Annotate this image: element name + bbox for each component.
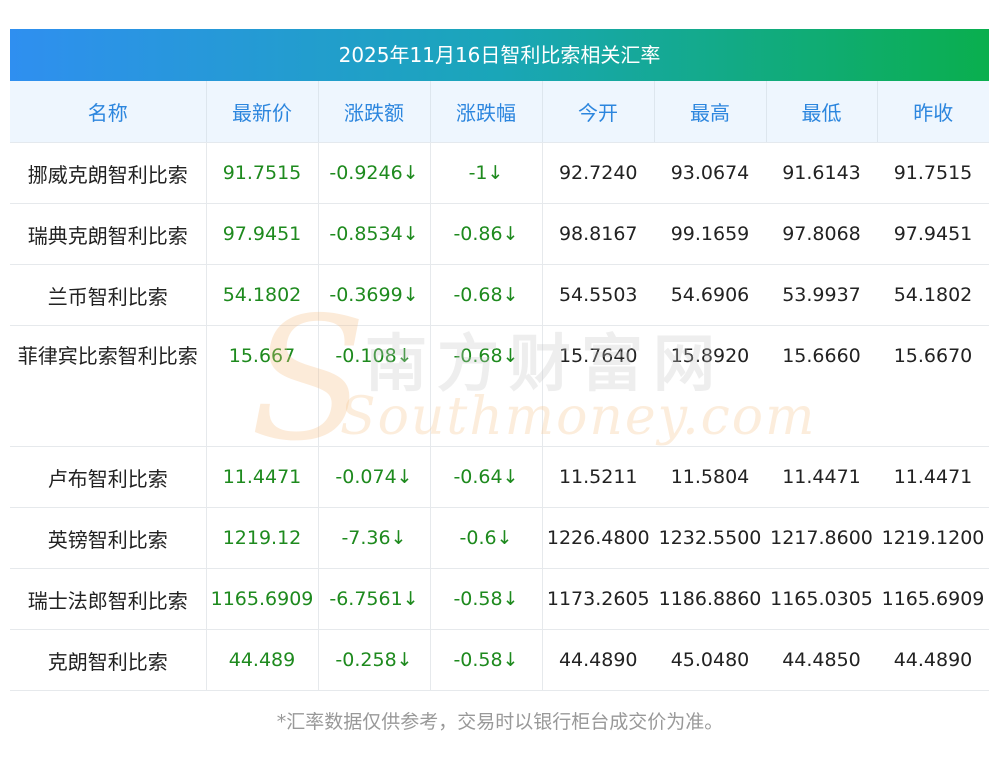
cell-latest: 15.667	[206, 325, 319, 447]
cell-low: 91.6143	[766, 142, 877, 204]
cell-prev-close: 97.9451	[877, 203, 989, 265]
cell-high: 99.1659	[654, 203, 766, 265]
cell-change: -0.258↓	[318, 629, 431, 691]
cell-name: 克朗智利比索	[10, 629, 207, 691]
cell-change: -0.074↓	[318, 446, 431, 508]
cell-open: 44.4890	[542, 629, 654, 691]
cell-high: 15.8920	[654, 325, 766, 447]
cell-high: 54.6906	[654, 264, 766, 326]
cell-change: -0.3699↓	[318, 264, 431, 326]
cell-low: 1217.8600	[766, 507, 877, 569]
table-row: 瑞典克朗智利比索 97.9451 -0.8534↓ -0.86↓ 98.8167…	[10, 203, 989, 265]
cell-high: 1186.8860	[654, 568, 766, 630]
cell-open: 54.5503	[542, 264, 654, 326]
cell-low: 11.4471	[766, 446, 877, 508]
cell-change-pct: -0.86↓	[430, 203, 543, 265]
cell-latest: 11.4471	[206, 446, 319, 508]
cell-change: -0.9246↓	[318, 142, 431, 204]
table-row: 克朗智利比索 44.489 -0.258↓ -0.58↓ 44.4890 45.…	[10, 629, 989, 691]
cell-change-pct: -1↓	[430, 142, 543, 204]
cell-prev-close: 1219.1200	[877, 507, 989, 569]
column-header-latest: 最新价	[206, 81, 319, 143]
cell-name: 卢布智利比索	[10, 446, 207, 508]
column-header-low: 最低	[766, 81, 878, 143]
cell-low: 97.8068	[766, 203, 877, 265]
cell-low: 44.4850	[766, 629, 877, 691]
cell-change-pct: -0.58↓	[430, 568, 543, 630]
column-header-change-pct: 涨跌幅	[430, 81, 543, 143]
cell-open: 1226.4800	[542, 507, 654, 569]
cell-low: 15.6660	[766, 325, 877, 447]
cell-change-pct: -0.6↓	[430, 507, 543, 569]
cell-name: 英镑智利比索	[10, 507, 207, 569]
column-header-name: 名称	[10, 81, 207, 143]
cell-high: 11.5804	[654, 446, 766, 508]
cell-open: 11.5211	[542, 446, 654, 508]
cell-change: -0.8534↓	[318, 203, 431, 265]
cell-latest: 1165.6909	[206, 568, 319, 630]
cell-prev-close: 54.1802	[877, 264, 989, 326]
cell-high: 93.0674	[654, 142, 766, 204]
cell-name: 挪威克朗智利比索	[10, 142, 207, 204]
cell-change-pct: -0.64↓	[430, 446, 543, 508]
cell-open: 15.7640	[542, 325, 654, 447]
cell-latest: 91.7515	[206, 142, 319, 204]
cell-low: 53.9937	[766, 264, 877, 326]
cell-prev-close: 15.6670	[877, 325, 989, 447]
cell-name: 兰币智利比索	[10, 264, 207, 326]
cell-prev-close: 11.4471	[877, 446, 989, 508]
table-row: 挪威克朗智利比索 91.7515 -0.9246↓ -1↓ 92.7240 93…	[10, 142, 989, 204]
column-header-prev-close: 昨收	[877, 81, 989, 143]
cell-high: 45.0480	[654, 629, 766, 691]
table-row: 兰币智利比索 54.1802 -0.3699↓ -0.68↓ 54.5503 5…	[10, 264, 989, 326]
cell-change: -7.36↓	[318, 507, 431, 569]
column-header-change: 涨跌额	[318, 81, 431, 143]
table-row: 瑞士法郎智利比索 1165.6909 -6.7561↓ -0.58↓ 1173.…	[10, 568, 989, 630]
cell-change-pct: -0.68↓	[430, 264, 543, 326]
cell-open: 92.7240	[542, 142, 654, 204]
cell-prev-close: 1165.6909	[877, 568, 989, 630]
table-title: 2025年11月16日智利比索相关汇率	[10, 29, 989, 81]
cell-latest: 44.489	[206, 629, 319, 691]
cell-latest: 97.9451	[206, 203, 319, 265]
cell-open: 1173.2605	[542, 568, 654, 630]
cell-latest: 1219.12	[206, 507, 319, 569]
cell-name: 菲律宾比索智利比索	[10, 325, 207, 447]
cell-change: -6.7561↓	[318, 568, 431, 630]
cell-open: 98.8167	[542, 203, 654, 265]
cell-high: 1232.5500	[654, 507, 766, 569]
cell-name: 瑞典克朗智利比索	[10, 203, 207, 265]
cell-change-pct: -0.58↓	[430, 629, 543, 691]
table-header-row: 名称 最新价 涨跌额 涨跌幅 今开 最高 最低 昨收	[10, 81, 989, 143]
table-row: 英镑智利比索 1219.12 -7.36↓ -0.6↓ 1226.4800 12…	[10, 507, 989, 569]
disclaimer-footnote: *汇率数据仅供参考，交易时以银行柜台成交价为准。	[276, 711, 724, 733]
cell-prev-close: 91.7515	[877, 142, 989, 204]
column-header-high: 最高	[654, 81, 767, 143]
column-header-open: 今开	[542, 81, 655, 143]
exchange-rate-table: 名称 最新价 涨跌额 涨跌幅 今开 最高 最低 昨收 挪威克朗智利比索 91.7…	[10, 81, 989, 691]
cell-change-pct: -0.68↓	[430, 325, 543, 447]
cell-change: -0.108↓	[318, 325, 431, 447]
cell-low: 1165.0305	[766, 568, 877, 630]
cell-prev-close: 44.4890	[877, 629, 989, 691]
cell-name: 瑞士法郎智利比索	[10, 568, 207, 630]
cell-latest: 54.1802	[206, 264, 319, 326]
table-row: 菲律宾比索智利比索 15.667 -0.108↓ -0.68↓ 15.7640 …	[10, 325, 989, 447]
table-row: 卢布智利比索 11.4471 -0.074↓ -0.64↓ 11.5211 11…	[10, 446, 989, 508]
